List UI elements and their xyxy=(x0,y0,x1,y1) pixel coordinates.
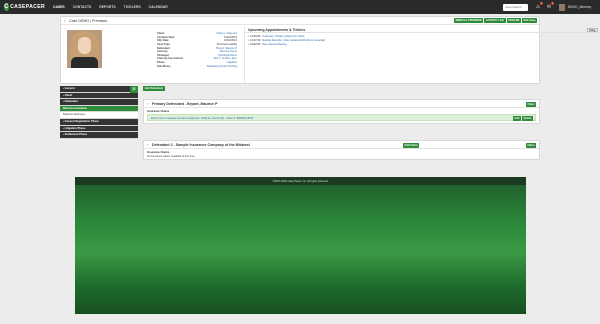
tickler-button[interactable]: TICKLER xyxy=(506,18,521,24)
sidebar-item-client[interactable]: › Client xyxy=(60,92,138,100)
defendant-card-primary: ‹ Primary Defendant - Bryant, Maurice P … xyxy=(143,99,540,124)
case-search-input[interactable] xyxy=(503,3,528,11)
delete-claim-button[interactable]: Delete xyxy=(522,115,533,121)
nav-cases[interactable]: CASES xyxy=(53,5,65,9)
notification-badge: 2 xyxy=(539,2,543,6)
defendant-title: Primary Defendant - Bryant, Maurice P xyxy=(152,102,218,107)
bullet-icon: • xyxy=(248,35,249,39)
activity-log-button[interactable]: ACTIVITY LOG xyxy=(484,18,506,24)
sidebar-item-general-negotiation[interactable]: › General Negotiation Phase xyxy=(60,118,138,126)
bell-icon[interactable]: ⚠ 2 xyxy=(535,2,543,11)
defendant-title: Defendant 2 - Sample Insurance Company o… xyxy=(152,143,250,148)
edit-case-button[interactable]: Edit Case xyxy=(521,18,537,24)
main-nav: CASES CONTACTS REPORTS TICKLERS CALENDAR xyxy=(53,0,168,14)
logo-mark-icon: C xyxy=(4,3,9,11)
case-title: Case DEMO | Premises xyxy=(69,19,108,24)
logo-text: CASEPACER xyxy=(10,4,45,10)
sidebar-item-settlement[interactable]: › Settlement Phase xyxy=(60,132,138,139)
case-header: ‹ Case DEMO | Premises MEDICAL PROVIDER … xyxy=(61,17,539,25)
copyright-text: ©2007-2020 Case Pacer, Inc. All rights r… xyxy=(272,179,329,183)
claim-button[interactable]: Claim xyxy=(525,142,536,148)
defendant-header: ‹ Defendant 2 - Sample Insurance Company… xyxy=(144,141,539,149)
appointments-list: • 12/30/19: Treatment: Obtain update from … xyxy=(248,35,325,46)
claim-button[interactable]: Claim xyxy=(525,101,536,107)
case-actions: MEDICAL PROVIDER ACTIVITY LOG TICKLER Ed… xyxy=(454,18,537,24)
toggle-grid-icon[interactable]: ☰ xyxy=(130,86,138,93)
collapse-caret-icon[interactable]: ‹ xyxy=(64,19,65,23)
no-claims-message: No insurance claims available at this ti… xyxy=(147,155,196,158)
defendant-header: ‹ Primary Defendant - Bryant, Maurice P … xyxy=(144,100,539,108)
user-menu[interactable]: DEMO_Attorney xyxy=(568,5,591,9)
appointments-title: Upcoming Appointments & Ticklers xyxy=(248,28,306,33)
claim-actions: Edit Delete xyxy=(512,115,533,121)
sidebar-item-general[interactable]: › General ☰ xyxy=(60,86,138,93)
bullet-icon: • xyxy=(248,39,249,43)
collapse-caret-icon[interactable]: ‹ xyxy=(147,102,148,106)
nav-contacts[interactable]: CONTACTS xyxy=(73,5,92,9)
case-info: Client Patty A. Claypuss Accident Date 10/… xyxy=(157,32,237,68)
envelope-icon[interactable]: ✉ 1 xyxy=(546,2,554,11)
case-summary-card: ‹ Case DEMO | Premises MEDICAL PROVIDER … xyxy=(60,16,600,84)
edit-policy-button[interactable]: Edit Policy xyxy=(403,142,420,148)
footer-background: ©2007-2020 Case Pacer, Inc. All rights r… xyxy=(75,177,526,314)
footer-band: ©2007-2020 Case Pacer, Inc. All rights r… xyxy=(75,177,526,185)
sidebar-item-defense-attorneys[interactable]: Defense Attorneys xyxy=(60,112,138,119)
sidebar-item-litigation[interactable]: › Litigation Phase xyxy=(60,125,138,133)
appointment-item[interactable]: • 01/02/20: New Lawsuit Meeting xyxy=(248,43,325,47)
info-row-sub-phase: Sub-Phase Scheduling Order Pending xyxy=(157,64,237,68)
appointments-header: Upcoming Appointments & Ticklers Today xyxy=(245,27,600,33)
nav-calendar[interactable]: CALENDAR xyxy=(149,5,168,9)
defendant-card-2: ‹ Defendant 2 - Sample Insurance Company… xyxy=(143,140,540,160)
nav-ticklers[interactable]: TICKLERS xyxy=(124,5,141,9)
edit-claim-button[interactable]: Edit xyxy=(512,115,522,121)
add-defendant-button[interactable]: Add Defendant xyxy=(143,86,165,91)
message-badge: 1 xyxy=(550,2,554,6)
collapse-caret-icon[interactable]: ‹ xyxy=(147,143,148,147)
sidebar-item-defendant[interactable]: › Defendant xyxy=(60,99,138,106)
client-photo xyxy=(67,30,102,68)
user-avatar[interactable] xyxy=(559,3,565,11)
nav-reports[interactable]: REPORTS xyxy=(99,5,115,9)
top-navbar: C CASEPACER CASES CONTACTS REPORTS TICKL… xyxy=(0,0,600,14)
sidebar-item-defense-insurance[interactable]: Defense Insurance xyxy=(60,105,138,113)
case-sections-sidebar: › General ☰ › Client › Defendant Defense … xyxy=(60,86,138,139)
medical-provider-button[interactable]: MEDICAL PROVIDER xyxy=(454,18,484,24)
casepacer-logo[interactable]: C CASEPACER xyxy=(4,2,45,12)
today-button[interactable]: Today xyxy=(586,28,598,32)
appointments-panel: Upcoming Appointments & Ticklers Today •… xyxy=(244,27,600,83)
bullet-icon: • xyxy=(248,42,249,46)
insurance-claim-row: Ebury Fire & Casualty Insurance (Adjuste… xyxy=(147,114,536,121)
insurance-claim-link[interactable]: Ebury Fire & Casualty Insurance (Adjuste… xyxy=(151,117,254,120)
